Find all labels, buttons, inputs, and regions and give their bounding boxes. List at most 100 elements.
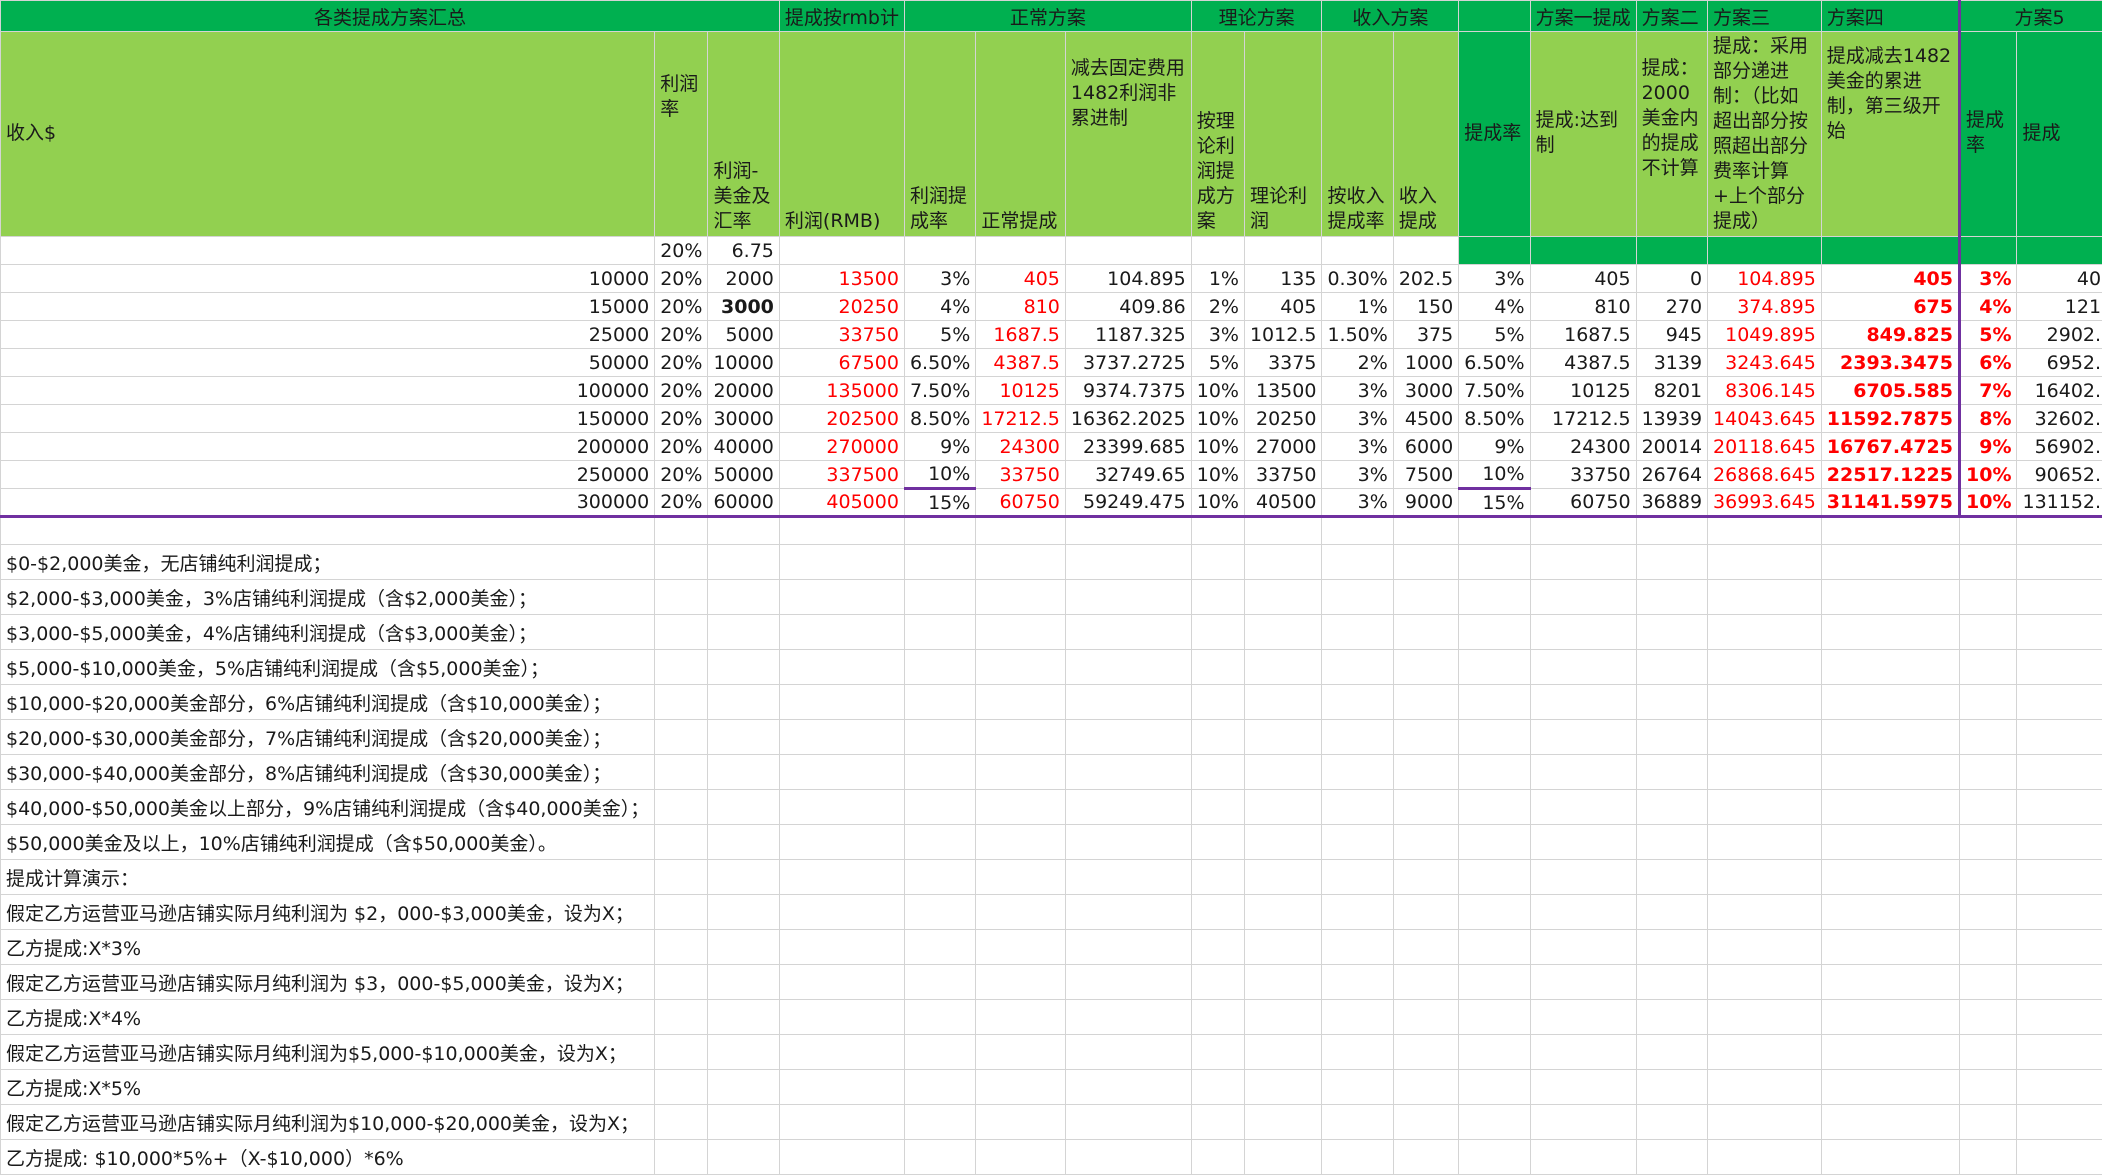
table-cell[interactable]: 7.50% — [904, 377, 975, 405]
cell[interactable] — [1244, 650, 1321, 685]
table-cell[interactable]: 50000 — [1, 349, 655, 377]
cell[interactable] — [1530, 930, 1636, 965]
cell[interactable] — [1065, 1000, 1191, 1035]
cell[interactable] — [1244, 1000, 1321, 1035]
table-cell[interactable]: 15% — [1459, 489, 1530, 517]
cell[interactable] — [2017, 1000, 2102, 1035]
cell[interactable] — [1530, 755, 1636, 790]
table-cell[interactable]: 1000 — [1393, 349, 1458, 377]
table-cell[interactable]: 20% — [655, 405, 708, 433]
cell[interactable] — [1459, 685, 1530, 720]
cell[interactable] — [655, 825, 708, 860]
header-cell[interactable]: 各类提成方案汇总 — [1, 1, 780, 32]
table-cell[interactable]: 13500 — [1244, 377, 1321, 405]
cell[interactable] — [708, 720, 779, 755]
cell[interactable] — [2017, 720, 2102, 755]
cell[interactable] — [1, 237, 655, 265]
header-cell[interactable]: 理论方案 — [1191, 1, 1322, 32]
cell[interactable] — [1065, 545, 1191, 580]
table-cell[interactable]: 135 — [1244, 265, 1321, 293]
cell[interactable] — [976, 545, 1066, 580]
cell[interactable] — [1459, 615, 1530, 650]
cell[interactable] — [1636, 685, 1707, 720]
cell[interactable] — [1821, 930, 1959, 965]
cell[interactable] — [1393, 1000, 1458, 1035]
cell[interactable] — [1244, 895, 1321, 930]
table-cell[interactable]: 5% — [1459, 321, 1530, 349]
table-cell[interactable]: 60750 — [976, 489, 1066, 517]
cell[interactable] — [1821, 615, 1959, 650]
cell[interactable] — [1459, 755, 1530, 790]
table-cell[interactable]: 15% — [904, 489, 975, 517]
table-cell[interactable]: 405 — [1244, 293, 1321, 321]
cell[interactable] — [1244, 1105, 1321, 1140]
table-cell[interactable]: 6.50% — [1459, 349, 1530, 377]
table-cell[interactable]: 6% — [1960, 349, 2017, 377]
table-cell[interactable]: 10% — [1191, 377, 1244, 405]
table-cell[interactable]: 6952.5 — [2017, 349, 2102, 377]
cell[interactable] — [779, 790, 904, 825]
cell[interactable] — [1322, 1000, 1393, 1035]
table-cell[interactable]: 1687.5 — [1530, 321, 1636, 349]
cell[interactable] — [1821, 1105, 1959, 1140]
cell[interactable] — [779, 517, 904, 545]
cell[interactable] — [1393, 650, 1458, 685]
table-cell[interactable]: 202.5 — [1393, 265, 1458, 293]
cell[interactable] — [1960, 895, 2017, 930]
table-cell[interactable]: 3% — [1191, 321, 1244, 349]
cell[interactable] — [1191, 545, 1244, 580]
cell[interactable] — [1191, 1105, 1244, 1140]
cell[interactable] — [904, 1105, 975, 1140]
cell[interactable] — [1459, 965, 1530, 1000]
table-cell[interactable]: 1% — [1191, 265, 1244, 293]
cell[interactable] — [1393, 237, 1458, 265]
cell[interactable] — [708, 650, 779, 685]
cell[interactable] — [1191, 755, 1244, 790]
cell[interactable] — [1459, 580, 1530, 615]
table-cell[interactable]: 3375 — [1244, 349, 1321, 377]
header-cell[interactable]: 提成率 — [1459, 32, 1530, 237]
note-text[interactable]: 假定乙方运营亚马逊店铺实际月纯利润为 $3，000-$5,000美金，设为X； — [1, 965, 655, 1000]
cell[interactable] — [708, 1035, 779, 1070]
cell[interactable] — [1322, 1035, 1393, 1070]
cell[interactable] — [2017, 685, 2102, 720]
cell[interactable] — [1322, 1070, 1393, 1105]
cell[interactable] — [655, 545, 708, 580]
cell[interactable] — [1530, 1000, 1636, 1035]
cell[interactable] — [1960, 237, 2017, 265]
note-text[interactable]: 乙方提成:X*3% — [1, 930, 655, 965]
cell[interactable] — [1636, 580, 1707, 615]
header-cell[interactable]: 按收入提成率 — [1322, 32, 1393, 237]
cell[interactable] — [1821, 545, 1959, 580]
cell[interactable] — [1708, 930, 1822, 965]
cell[interactable] — [976, 1070, 1066, 1105]
table-cell[interactable]: 0.30% — [1322, 265, 1393, 293]
cell[interactable] — [655, 895, 708, 930]
cell[interactable] — [655, 685, 708, 720]
cell[interactable] — [1530, 860, 1636, 895]
cell[interactable] — [976, 580, 1066, 615]
table-cell[interactable]: 6000 — [1393, 433, 1458, 461]
cell[interactable] — [904, 545, 975, 580]
cell[interactable] — [976, 965, 1066, 1000]
table-cell[interactable]: 17212.5 — [976, 405, 1066, 433]
cell[interactable] — [2017, 1035, 2102, 1070]
table-cell[interactable]: 13500 — [779, 265, 904, 293]
note-text[interactable]: $3,000-$5,000美金，4%店铺纯利润提成（含$3,000美金）； — [1, 615, 655, 650]
cell[interactable] — [1322, 965, 1393, 1000]
table-cell[interactable]: 9374.7375 — [1065, 377, 1191, 405]
cell[interactable] — [1530, 720, 1636, 755]
cell[interactable] — [2017, 825, 2102, 860]
table-cell[interactable]: 3% — [1322, 405, 1393, 433]
cell[interactable] — [1821, 1070, 1959, 1105]
table-cell[interactable]: 60000 — [708, 489, 779, 517]
cell[interactable] — [2017, 615, 2102, 650]
header-cell[interactable]: 提成率 — [1960, 32, 2017, 237]
cell[interactable] — [655, 790, 708, 825]
cell[interactable] — [1244, 965, 1321, 1000]
header-cell[interactable]: 方案5 — [1960, 1, 2102, 32]
cell[interactable] — [1821, 650, 1959, 685]
table-cell[interactable]: 405000 — [779, 489, 904, 517]
cell[interactable] — [1244, 545, 1321, 580]
cell[interactable] — [1708, 1035, 1822, 1070]
